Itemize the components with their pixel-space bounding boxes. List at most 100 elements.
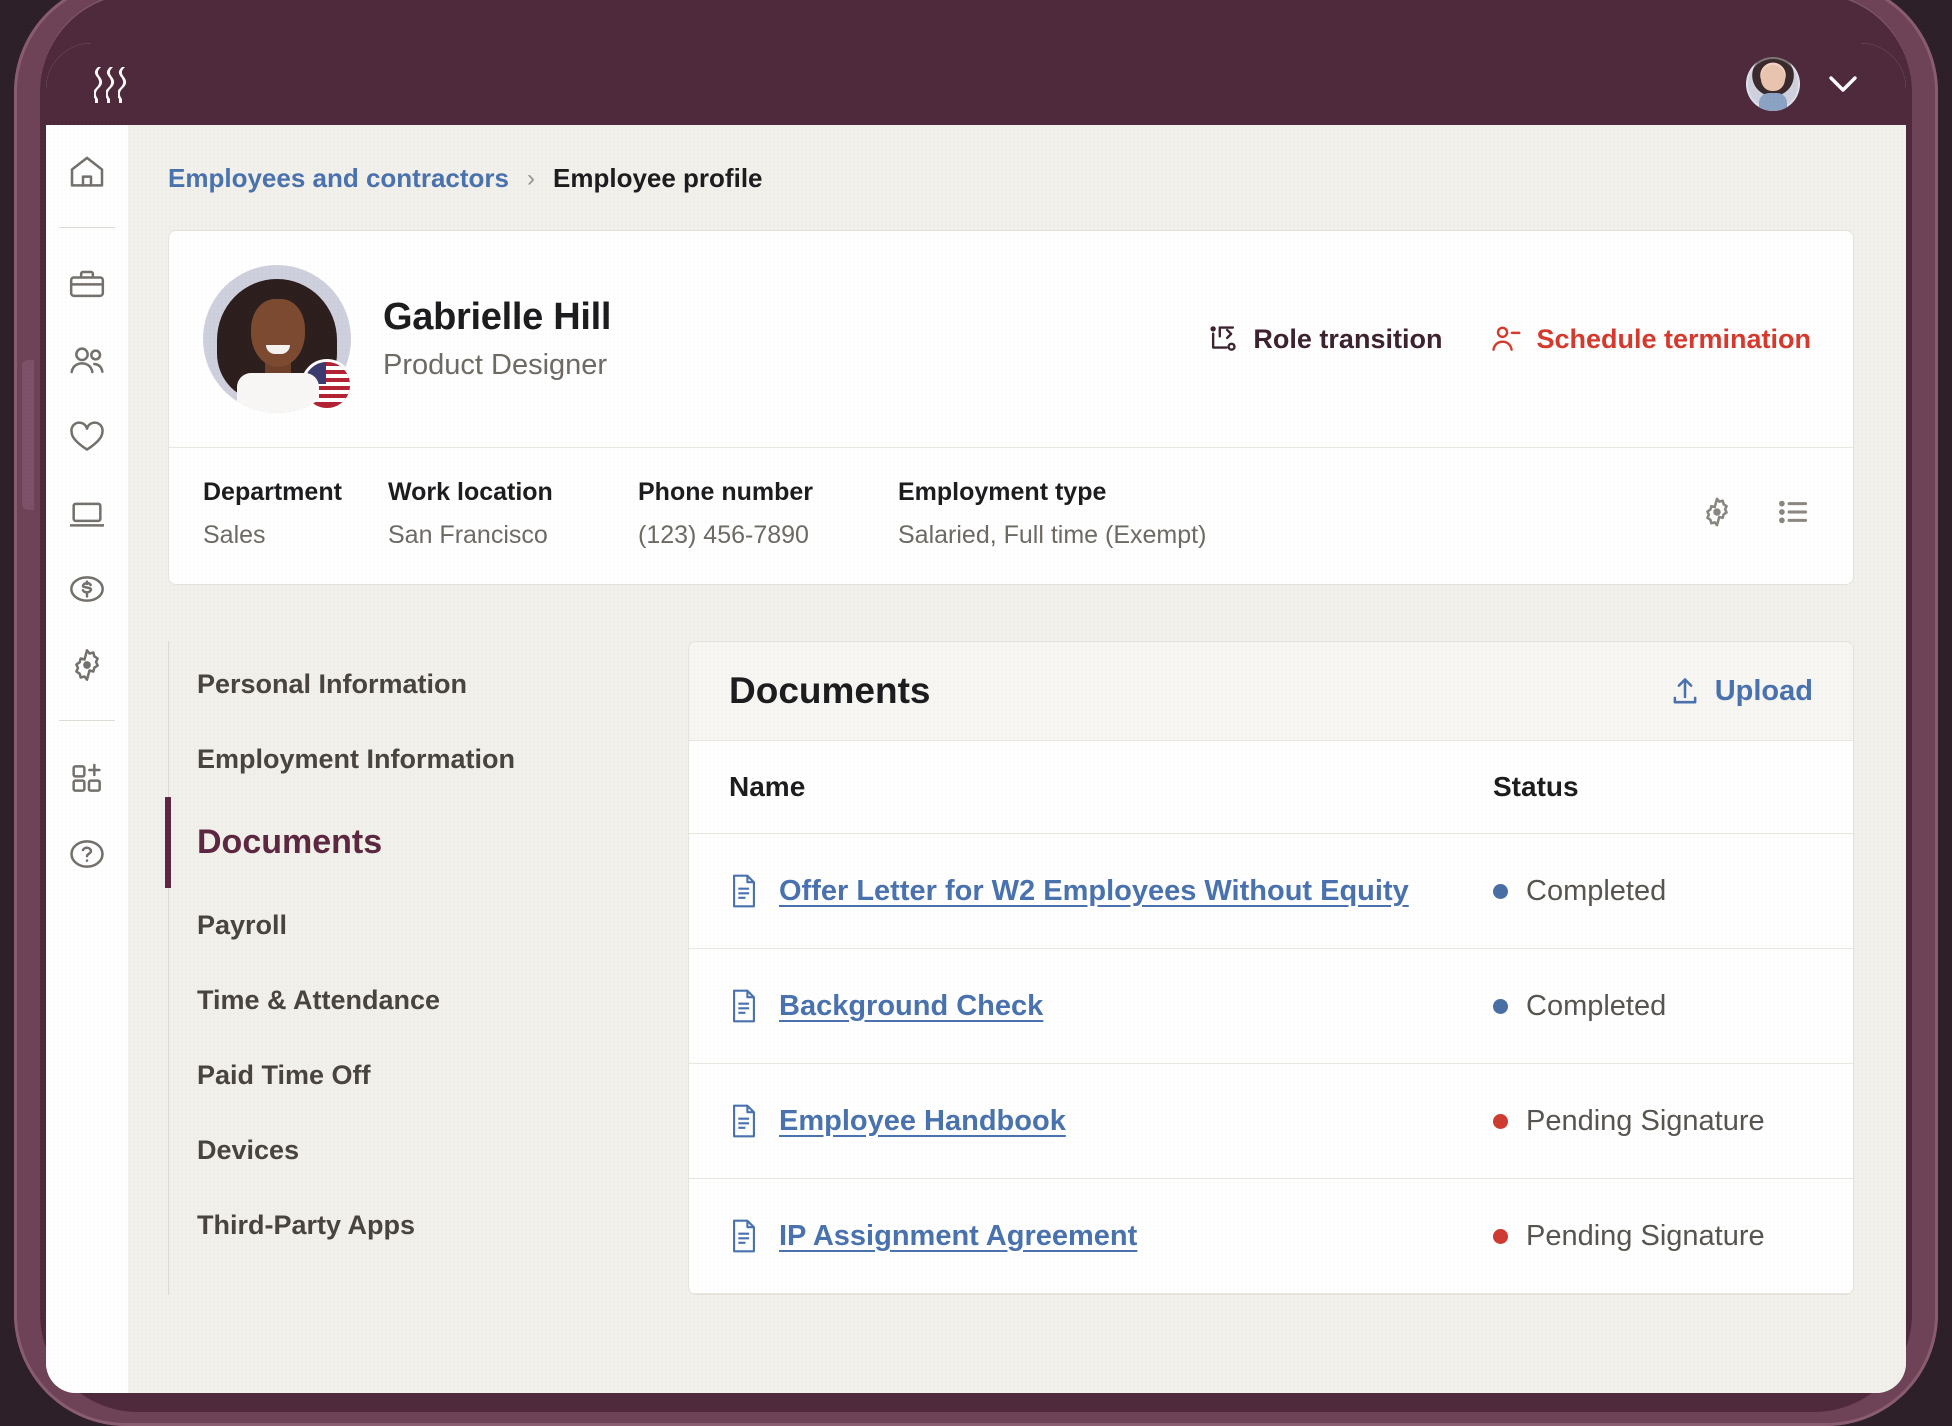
column-header-name[interactable]: Name (689, 741, 1453, 834)
rail-divider-2 (59, 720, 115, 721)
role-transition-button[interactable]: Role transition (1207, 323, 1442, 355)
rippling-logo[interactable] (94, 65, 127, 103)
document-link[interactable]: Offer Letter for W2 Employees Without Eq… (779, 875, 1409, 908)
upload-button[interactable]: Upload (1669, 675, 1813, 708)
profile-meta-fields: Department Sales Work location San Franc… (203, 478, 1699, 550)
briefcase-icon[interactable] (64, 262, 110, 308)
breadcrumb-parent-link[interactable]: Employees and contractors (168, 163, 509, 194)
documents-table-body: Offer Letter for W2 Employees Without Eq… (689, 834, 1853, 1294)
device-volume-button[interactable] (22, 360, 34, 510)
table-row[interactable]: Offer Letter for W2 Employees Without Eq… (689, 834, 1853, 949)
role-transition-label: Role transition (1253, 324, 1442, 355)
gear-icon[interactable] (64, 642, 110, 688)
document-status-cell: Completed (1453, 834, 1853, 949)
status-badge: Pending Signature (1526, 1220, 1765, 1253)
user-avatar[interactable] (1746, 57, 1800, 111)
table-row[interactable]: Background Check Completed (689, 949, 1853, 1064)
section-nav: Personal Information Employment Informat… (168, 641, 688, 1295)
role-transition-icon (1207, 323, 1239, 355)
breadcrumb: Employees and contractors › Employee pro… (168, 163, 1854, 194)
document-name-cell: Offer Letter for W2 Employees Without Eq… (689, 834, 1453, 949)
document-name-cell: IP Assignment Agreement (689, 1179, 1453, 1294)
gear-icon[interactable] (1699, 494, 1735, 530)
status-dot (1493, 1229, 1508, 1244)
document-link[interactable]: IP Assignment Agreement (779, 1220, 1137, 1253)
profile-meta-row: Department Sales Work location San Franc… (169, 448, 1853, 584)
meta-value: Salaried, Full time (Exempt) (898, 521, 1206, 550)
list-icon[interactable] (1775, 494, 1811, 530)
document-name-cell: Background Check (689, 949, 1453, 1064)
profile-meta-tools (1699, 478, 1811, 530)
person-minus-icon (1490, 323, 1522, 355)
document-status-cell: Completed (1453, 949, 1853, 1064)
status-badge: Completed (1526, 990, 1666, 1023)
table-row[interactable]: Employee Handbook Pending Signature (689, 1064, 1853, 1179)
breadcrumb-separator-icon: › (527, 165, 535, 193)
profile-actions: Role transition Schedule termination (1207, 323, 1811, 355)
meta-field-department: Department Sales (203, 478, 388, 550)
upload-icon (1669, 675, 1701, 707)
employee-profile-card: Gabrielle Hill Product Designer (168, 230, 1854, 585)
meta-label: Work location (388, 478, 614, 507)
heart-icon[interactable] (64, 414, 110, 460)
profile-job-title: Product Designer (383, 349, 611, 382)
schedule-termination-button[interactable]: Schedule termination (1490, 323, 1811, 355)
nav-item-third-party-apps[interactable]: Third-Party Apps (169, 1188, 688, 1263)
document-link[interactable]: Employee Handbook (779, 1105, 1066, 1138)
document-icon (729, 874, 759, 908)
app-body: Employees and contractors › Employee pro… (46, 125, 1906, 1393)
table-row[interactable]: IP Assignment Agreement Pending Signatur… (689, 1179, 1853, 1294)
nav-item-personal-information[interactable]: Personal Information (169, 647, 688, 722)
breadcrumb-current: Employee profile (553, 163, 763, 194)
document-status-cell: Pending Signature (1453, 1064, 1853, 1179)
home-icon[interactable] (64, 149, 110, 195)
meta-label: Department (203, 478, 364, 507)
document-status-cell: Pending Signature (1453, 1179, 1853, 1294)
nav-item-documents[interactable]: Documents (169, 797, 688, 888)
documents-title: Documents (729, 670, 930, 712)
profile-identity: Gabrielle Hill Product Designer (203, 265, 611, 413)
document-link[interactable]: Background Check (779, 990, 1043, 1023)
nav-item-devices[interactable]: Devices (169, 1113, 688, 1188)
meta-field-work-location: Work location San Francisco (388, 478, 638, 550)
nav-item-payroll[interactable]: Payroll (169, 888, 688, 963)
document-name-cell: Employee Handbook (689, 1064, 1453, 1179)
apps-add-icon[interactable] (64, 755, 110, 801)
meta-value: San Francisco (388, 521, 614, 550)
app-window: Employees and contractors › Employee pro… (46, 43, 1906, 1393)
status-dot (1493, 999, 1508, 1014)
nav-item-paid-time-off[interactable]: Paid Time Off (169, 1038, 688, 1113)
profile-avatar-wrapper (203, 265, 351, 413)
profile-sections: Personal Information Employment Informat… (168, 641, 1854, 1295)
status-badge: Pending Signature (1526, 1105, 1765, 1138)
status-dot (1493, 884, 1508, 899)
profile-header-row: Gabrielle Hill Product Designer (169, 231, 1853, 448)
profile-name-block: Gabrielle Hill Product Designer (383, 296, 611, 382)
document-icon (729, 989, 759, 1023)
nav-item-time-attendance[interactable]: Time & Attendance (169, 963, 688, 1038)
meta-value: (123) 456-7890 (638, 521, 874, 550)
app-topbar (46, 43, 1906, 125)
laptop-icon[interactable] (64, 490, 110, 536)
meta-field-phone-number: Phone number (123) 456-7890 (638, 478, 898, 550)
dollar-coin-icon[interactable] (64, 566, 110, 612)
people-icon[interactable] (64, 338, 110, 384)
help-circle-icon[interactable] (64, 831, 110, 877)
rail-divider (59, 227, 115, 228)
upload-label: Upload (1715, 675, 1813, 708)
nav-item-employment-information[interactable]: Employment Information (169, 722, 688, 797)
meta-label: Employment type (898, 478, 1206, 507)
column-header-status[interactable]: Status (1453, 741, 1853, 834)
schedule-termination-label: Schedule termination (1536, 324, 1811, 355)
chevron-down-icon[interactable] (1828, 74, 1858, 94)
documents-table: Name Status (689, 741, 1853, 1294)
documents-table-head: Name Status (689, 741, 1853, 834)
meta-value: Sales (203, 521, 364, 550)
meta-field-employment-type: Employment type Salaried, Full time (Exe… (898, 478, 1230, 550)
document-icon (729, 1104, 759, 1138)
status-dot (1493, 1114, 1508, 1129)
meta-label: Phone number (638, 478, 874, 507)
documents-panel-header: Documents Upload (689, 642, 1853, 741)
page-title: Gabrielle Hill (383, 296, 611, 339)
table-header-row: Name Status (689, 741, 1853, 834)
